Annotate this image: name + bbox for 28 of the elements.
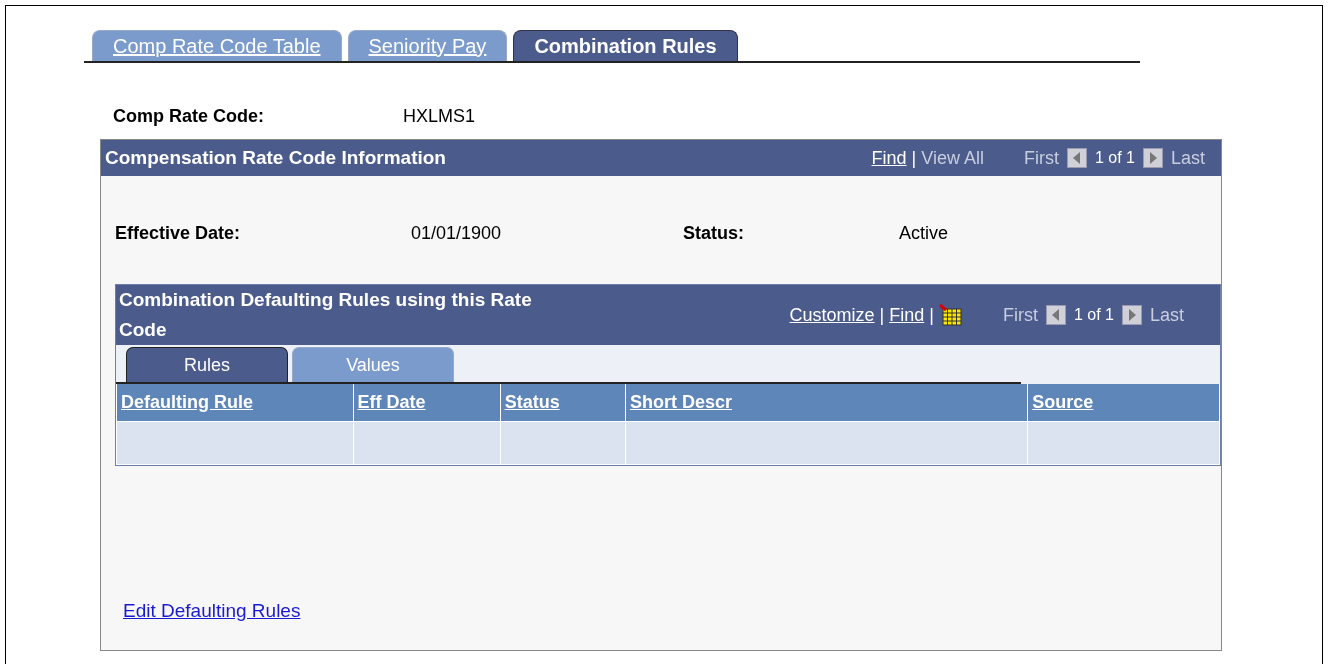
edit-link[interactable]: Edit Defaulting Rules — [123, 600, 301, 622]
page-count: 1 of 1 — [1094, 149, 1135, 167]
separator-text: | — [879, 304, 885, 326]
column-header[interactable]: Defaulting Rule — [116, 384, 354, 422]
page-count: 1 of 1 — [1073, 306, 1114, 324]
field-label: Status: — [683, 222, 745, 244]
separator-text: | — [929, 304, 934, 326]
field-label: Comp Rate Code: — [113, 105, 265, 127]
field-value: HXLMS1 — [403, 105, 476, 127]
grid-title: Combination Defaulting Rules using this Rate Code — [119, 288, 533, 342]
grid-tab[interactable]: Rules — [126, 347, 288, 382]
grid-icon[interactable] — [938, 304, 963, 326]
nav-link[interactable]: Find — [889, 304, 925, 326]
column-header[interactable]: Short Descr — [625, 384, 1028, 422]
column-header[interactable]: Status — [500, 384, 626, 422]
field-label: Effective Date: — [115, 222, 242, 244]
column-header[interactable]: Eff Date — [353, 384, 501, 422]
tab[interactable]: Comp Rate Code Table — [92, 30, 342, 61]
nav-link[interactable]: Customize — [789, 304, 875, 326]
field-value: 01/01/1900 — [411, 222, 503, 244]
column-header[interactable]: Source — [1027, 384, 1220, 422]
panel-title: Compensation Rate Code Information — [105, 147, 446, 169]
tab[interactable]: Combination Rules — [513, 30, 738, 61]
separator-text: | — [911, 147, 917, 169]
grid-tab[interactable]: Values — [292, 347, 454, 382]
tab[interactable]: Seniority Pay — [347, 30, 508, 61]
field-value: Active — [899, 222, 949, 244]
nav-link[interactable]: Find — [871, 147, 907, 169]
